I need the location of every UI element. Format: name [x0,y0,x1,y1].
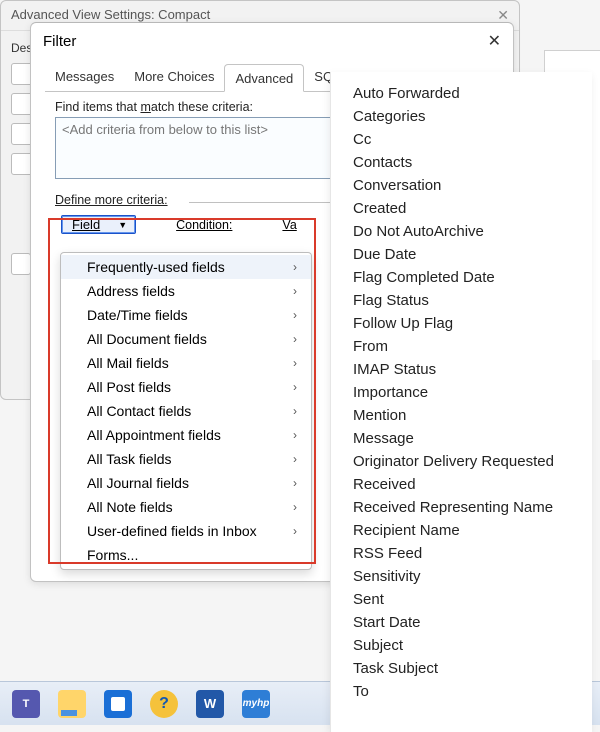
taskbar-word-icon[interactable]: W [196,690,224,718]
field-menu-item[interactable]: All Mail fields › [61,351,311,375]
taskbar-myhp-icon[interactable]: myhp [242,690,270,718]
field-menu-item[interactable]: All Task fields › [61,447,311,471]
field-menu-item[interactable]: All Post fields › [61,375,311,399]
field-menu-item[interactable]: All Appointment fields › [61,423,311,447]
submenu-item[interactable]: Do Not AutoArchive [331,220,592,243]
submenu-item[interactable]: Sent [331,588,592,611]
chevron-right-icon: › [293,428,297,442]
submenu-item[interactable]: Message [331,427,592,450]
submenu-item[interactable]: Follow Up Flag [331,312,592,335]
chevron-right-icon: › [293,404,297,418]
condition-label: Condition: [176,218,232,232]
submenu-item[interactable]: Conversation [331,174,592,197]
chevron-right-icon: › [293,452,297,466]
value-label: Va [282,218,296,232]
field-menu-item-label: All Mail fields [87,355,169,371]
submenu-item[interactable]: Mention [331,404,592,427]
taskbar-tips-icon[interactable] [150,690,178,718]
filter-dialog-title: Filter [43,33,76,50]
submenu-item[interactable]: Importance [331,381,592,404]
submenu-item[interactable]: Start Date [331,611,592,634]
submenu-item[interactable]: Received [331,473,592,496]
submenu-item[interactable]: RSS Feed [331,542,592,565]
field-submenu: Auto ForwardedCategoriesCcContactsConver… [330,72,592,732]
chevron-right-icon: › [293,380,297,394]
field-menu: Frequently-used fields›Address fields›Da… [60,252,312,570]
tab-messages[interactable]: Messages [45,63,124,91]
field-menu-item-label: All Appointment fields [87,427,221,443]
field-menu-item[interactable]: All Journal fields › [61,471,311,495]
chevron-right-icon: › [293,524,297,538]
field-dropdown-button[interactable]: Field ▼ [61,215,136,234]
submenu-item[interactable]: Cc [331,128,592,151]
chevron-right-icon: › [293,500,297,514]
field-menu-item-label: All Contact fields [87,403,191,419]
field-menu-item-label: All Journal fields [87,475,189,491]
field-menu-item-label: All Document fields [87,331,207,347]
tab-advanced[interactable]: Advanced [224,64,304,92]
submenu-item[interactable]: To [331,680,592,703]
criteria-placeholder: <Add criteria from below to this list> [62,122,268,137]
field-menu-item-label: All Note fields [87,499,173,515]
chevron-right-icon: › [293,308,297,322]
field-menu-item-label: Date/Time fields [87,307,188,323]
tab-more-choices[interactable]: More Choices [124,63,224,91]
field-menu-item-label: All Task fields [87,451,172,467]
chevron-right-icon: › [293,476,297,490]
field-menu-item[interactable]: Frequently-used fields › [61,255,311,279]
submenu-item[interactable]: Flag Completed Date [331,266,592,289]
submenu-item[interactable]: Recipient Name [331,519,592,542]
field-menu-item[interactable]: All Document fields › [61,327,311,351]
field-menu-item[interactable]: Address fields › [61,279,311,303]
submenu-item[interactable]: Due Date [331,243,592,266]
field-menu-item[interactable]: Forms... [61,543,311,567]
submenu-item[interactable]: From [331,335,592,358]
field-menu-item[interactable]: User-defined fields in Inbox › [61,519,311,543]
taskbar-file-explorer-icon[interactable] [58,690,86,718]
chevron-right-icon: › [293,332,297,346]
chevron-right-icon: › [293,284,297,298]
submenu-item[interactable]: Contacts [331,151,592,174]
field-menu-item-label: Forms... [87,547,138,563]
field-menu-item-label: All Post fields [87,379,171,395]
chevron-down-icon: ▼ [118,220,127,230]
submenu-item[interactable]: Categories [331,105,592,128]
submenu-item[interactable]: Sensitivity [331,565,592,588]
stub-button[interactable] [11,253,31,275]
submenu-item[interactable]: IMAP Status [331,358,592,381]
submenu-item[interactable]: Task Subject [331,657,592,680]
chevron-right-icon: › [293,260,297,274]
field-menu-item-label: User-defined fields in Inbox [87,523,257,539]
submenu-item[interactable]: Originator Delivery Requested [331,450,592,473]
field-menu-item[interactable]: All Contact fields › [61,399,311,423]
submenu-item[interactable]: Flag Status [331,289,592,312]
field-menu-item[interactable]: Date/Time fields › [61,303,311,327]
field-button-label: Field [72,217,100,232]
submenu-item[interactable]: Auto Forwarded [331,82,592,105]
chevron-right-icon: › [293,356,297,370]
taskbar-teams-icon[interactable]: T [12,690,40,718]
submenu-item[interactable]: Subject [331,634,592,657]
field-menu-item-label: Frequently-used fields [87,259,225,275]
close-icon[interactable]: ✕ [488,31,501,51]
taskbar-store-icon[interactable] [104,690,132,718]
submenu-item[interactable]: Created [331,197,592,220]
field-menu-item-label: Address fields [87,283,175,299]
submenu-item[interactable]: Received Representing Name [331,496,592,519]
field-menu-item[interactable]: All Note fields › [61,495,311,519]
